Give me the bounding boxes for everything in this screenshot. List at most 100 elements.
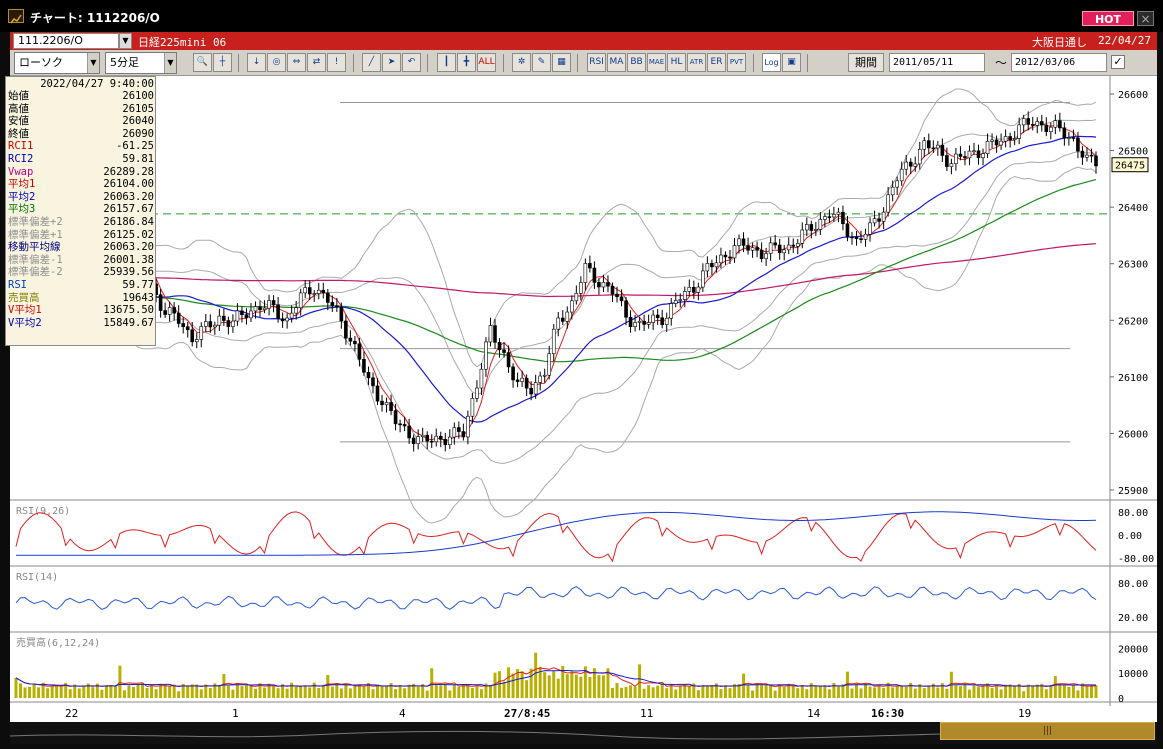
alert-icon[interactable]: ! [327, 53, 346, 72]
candle-body [646, 322, 651, 325]
candle-up-icon[interactable]: ┃ [437, 53, 456, 72]
date-to-field[interactable]: 2012/03/06 [1011, 53, 1107, 72]
volume-bar [647, 685, 651, 698]
log-scale-button[interactable]: Log [762, 53, 781, 72]
candle-body [1089, 154, 1094, 157]
crosshair-icon[interactable]: ┼ [213, 53, 232, 72]
volume-bar [403, 688, 407, 698]
volume-bar [376, 686, 380, 698]
ma-indicator-button[interactable]: MA [607, 53, 626, 72]
volume-bar [954, 685, 958, 698]
draw-line-icon[interactable]: ╱ [362, 53, 381, 72]
candle-body [922, 140, 927, 150]
candle-body [344, 320, 348, 339]
candle-body [886, 194, 890, 213]
candle-body [253, 306, 258, 312]
hot-button[interactable]: HOT [1082, 11, 1134, 26]
date-from-field[interactable]: 2011/05/11 [889, 53, 985, 72]
info-label: 平均2 [8, 190, 36, 203]
zoom-icon[interactable]: 🔍 [193, 53, 212, 72]
volume-bar [882, 688, 886, 698]
bb-indicator-button[interactable]: BB [627, 53, 646, 72]
candle-body [592, 267, 597, 283]
symbol-dropdown-button[interactable]: ▼ [119, 33, 132, 49]
mae-indicator-button[interactable]: MAE [647, 53, 666, 72]
pointer-icon[interactable]: ➤ [382, 53, 401, 72]
candle-body [303, 287, 308, 294]
candle-body [1085, 154, 1089, 158]
candle-body [895, 180, 899, 188]
info-row: 平均3 26157.67 [8, 203, 154, 215]
candle-body [570, 300, 574, 313]
candle-body [741, 238, 746, 246]
candle-body [1003, 136, 1008, 142]
info-label: V平均2 [8, 316, 42, 329]
bollinger-band [15, 119, 1097, 395]
chart-area[interactable]: 26600 26500 26400 26300 26200 26100 26000 25900… [10, 76, 1157, 722]
volume-bar [398, 684, 402, 698]
volume-bar [855, 683, 859, 698]
color-icon[interactable]: ▦ [552, 53, 571, 72]
candle-body [429, 440, 434, 443]
chart-canvas[interactable]: 26600 26500 26400 26300 26200 26100 26000 25900… [10, 76, 1157, 722]
volume-bar [145, 687, 149, 698]
candle-body [804, 224, 809, 231]
info-label: RSI [8, 279, 27, 291]
search-chart-icon[interactable]: ◎ [267, 53, 286, 72]
volume-bar [751, 690, 755, 698]
volume-bar [122, 690, 126, 698]
apply-checkbox[interactable]: ✓ [1111, 55, 1125, 69]
info-value: 13675.50 [103, 304, 154, 317]
chart-type-select[interactable]: ローソク ▼ [14, 52, 100, 74]
close-button[interactable]: × [1137, 11, 1154, 26]
export-icon[interactable]: ▣ [782, 53, 801, 72]
candle-body [836, 211, 841, 215]
info-value: 26157.67 [103, 203, 154, 216]
info-value: 26063.20 [103, 241, 154, 254]
pvt-indicator-button[interactable]: PVT [727, 53, 746, 72]
volume-bar [543, 672, 547, 698]
tools-icon[interactable]: ✎ [532, 53, 551, 72]
volume-bar [470, 688, 474, 698]
volume-tick-label: 20000 [1118, 644, 1148, 655]
settings-icon[interactable]: ✲ [512, 53, 531, 72]
compare-icon[interactable]: ⇄ [307, 53, 326, 72]
scroll-thumb[interactable]: ||| [940, 722, 1155, 740]
volume-bar [760, 685, 764, 698]
candle-body [217, 315, 222, 326]
interval-select[interactable]: 5分足 ▼ [105, 52, 177, 74]
candle-body [307, 287, 312, 295]
pan-icon[interactable]: ⇔ [287, 53, 306, 72]
candle-range-icon[interactable]: ╋ [457, 53, 476, 72]
volume-bar [299, 686, 303, 698]
info-value: 26040 [122, 115, 154, 128]
atr-indicator-button[interactable]: ATR [687, 53, 706, 72]
candle-body [687, 286, 692, 292]
y-tick-label: 25900 [1118, 486, 1148, 497]
er-indicator-button[interactable]: ER [707, 53, 726, 72]
title-bar[interactable]: チャート: 1112206/O HOT × [0, 0, 1163, 32]
candle-body [832, 214, 836, 218]
period-button[interactable]: 期間 [848, 53, 884, 72]
symbol-input[interactable]: 111.2206/O [13, 33, 119, 49]
hl-indicator-button[interactable]: HL [667, 53, 686, 72]
volume-bar [59, 686, 63, 698]
candle-body [497, 342, 502, 351]
all-icon[interactable]: ALL [477, 53, 496, 72]
volume-bar [913, 688, 917, 698]
candle-body [619, 296, 624, 302]
rsi-indicator-button[interactable]: RSI [587, 53, 606, 72]
candle-body [262, 307, 267, 311]
rci1-line [15, 511, 1097, 563]
candle-body [411, 437, 416, 444]
er-label: ER [710, 57, 723, 67]
info-value: 59.81 [122, 153, 154, 165]
candle-body [633, 322, 637, 327]
symbol-bar: 111.2206/O ▼ 日経225mini 06 大阪日通し 22/04/27 [10, 32, 1157, 50]
volume-bar [958, 686, 962, 698]
undo-icon[interactable]: ↶ [402, 53, 421, 72]
volume-bar [818, 686, 822, 698]
volume-bar [904, 686, 908, 698]
cursor-icon[interactable]: ↓ [247, 53, 266, 72]
x-tick-label: 4 [399, 707, 406, 720]
